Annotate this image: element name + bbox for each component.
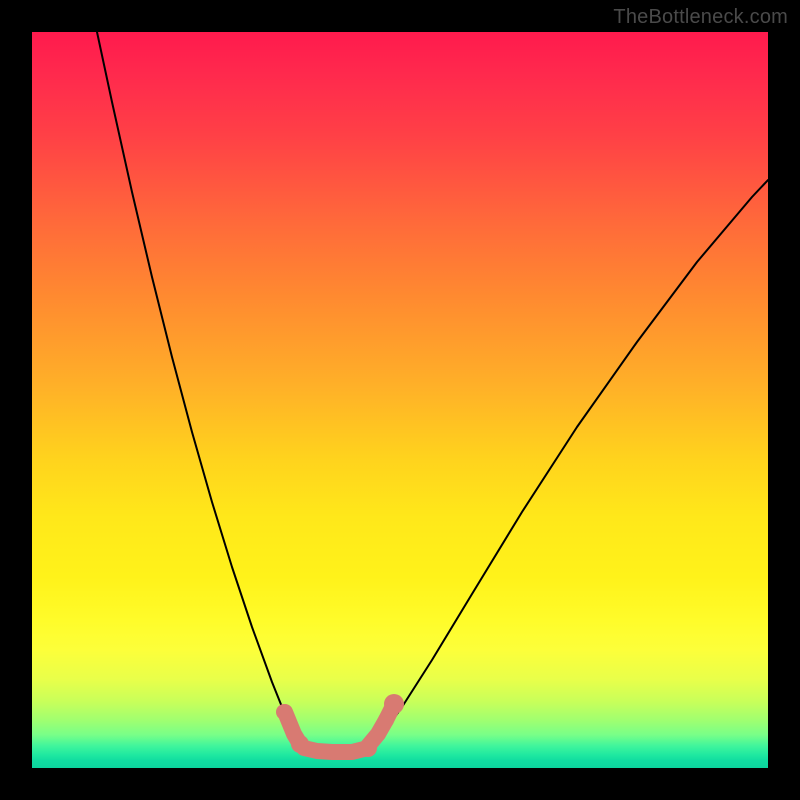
marker-bottom-right-dot: [359, 739, 377, 757]
marker-right-lower-dot: [378, 712, 394, 728]
marker-mid-left-dot: [291, 735, 309, 753]
outer-frame: TheBottleneck.com: [0, 0, 800, 800]
plot-area: [32, 32, 768, 768]
series-right-branch: [372, 180, 768, 744]
watermark-text: TheBottleneck.com: [613, 6, 788, 29]
marker-right-top-dot: [384, 694, 404, 714]
marker-left-dot: [276, 704, 292, 720]
series-left-branch: [97, 32, 300, 744]
series-bottom-salmon-segment: [304, 748, 368, 752]
curve-layer: [32, 32, 768, 768]
